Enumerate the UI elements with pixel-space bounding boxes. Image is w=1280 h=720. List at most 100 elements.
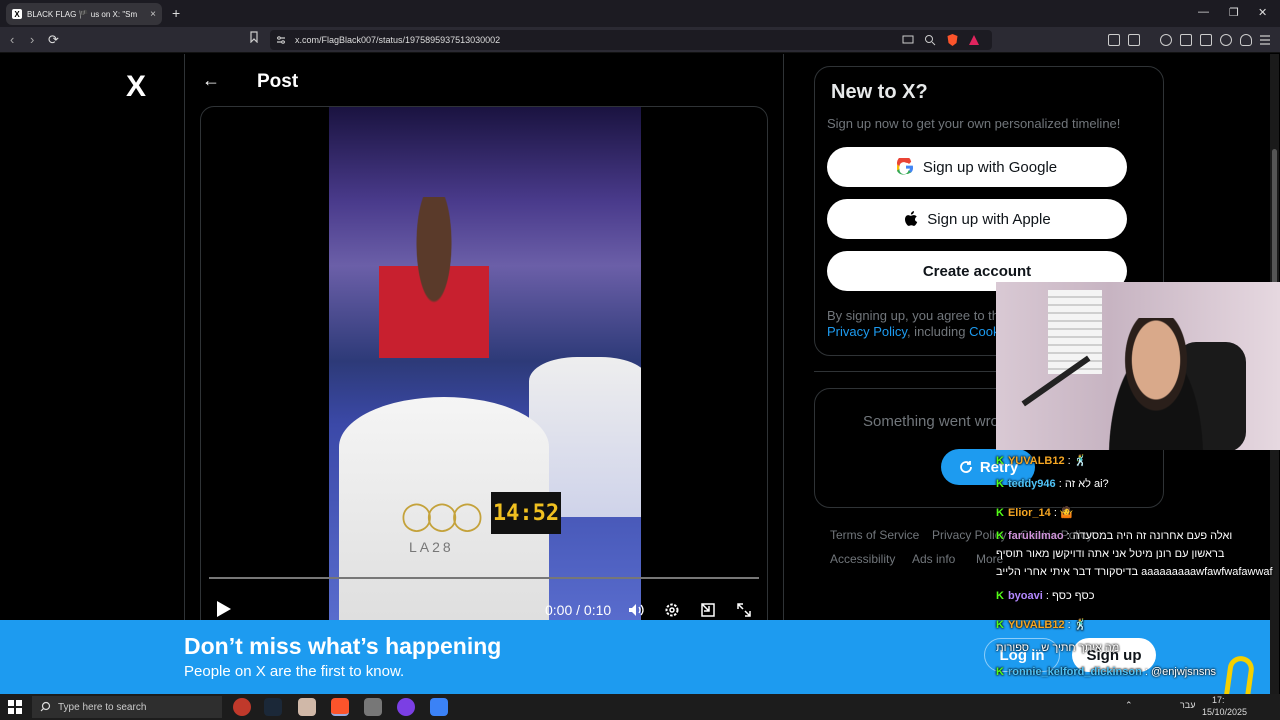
kick-badge-icon: K: [996, 455, 1004, 467]
terms-prefix: By signing up, you agree to th: [827, 308, 1000, 323]
menu-icon[interactable]: [1259, 34, 1271, 46]
taskbar-search-input[interactable]: Type here to search: [32, 696, 222, 718]
footer-terms-link[interactable]: Terms of Service: [830, 528, 919, 542]
chat-username[interactable]: ronnie_kelford_dickinson: [1008, 666, 1142, 678]
app-icon[interactable]: [430, 698, 448, 716]
sign-up-apple-button[interactable]: Sign up with Apple: [827, 199, 1127, 239]
google-icon: [896, 158, 913, 175]
refresh-icon: [959, 461, 972, 473]
chat-text: : כסף כסף: [1042, 590, 1095, 602]
banner-subtitle: People on X are the first to know.: [184, 663, 405, 680]
footer-accessibility-link[interactable]: Accessibility: [830, 552, 895, 566]
kick-badge-icon: K: [996, 619, 1004, 631]
athlete-figure: [379, 197, 489, 427]
play-icon[interactable]: [217, 601, 231, 617]
chat-message: Kronnie_kelford_dickinson : @enjwjsnsns: [996, 666, 1216, 678]
site-settings-icon[interactable]: [276, 35, 286, 45]
back-button[interactable]: ‹: [10, 32, 14, 47]
address-bar[interactable]: x.com/FlagBlack007/status/19758959375130…: [270, 30, 992, 50]
picture-in-picture-icon[interactable]: [699, 601, 717, 619]
bookmark-icon[interactable]: [248, 31, 260, 43]
scrollbar-thumb[interactable]: [1272, 149, 1277, 289]
chat-message: בראשון עם רונן מיטל אני אתה ודויקשן מאור…: [996, 548, 1224, 560]
chat-text: בדיסקורד דבר איתי אחרי הלייב aaaaaaaaawf…: [996, 566, 1273, 578]
clock-date[interactable]: 15/10/2025: [1202, 707, 1247, 717]
volume-icon[interactable]: [627, 601, 645, 619]
x-logo[interactable]: X: [126, 70, 146, 104]
extensions-icon[interactable]: [1108, 34, 1120, 46]
tab-close-icon[interactable]: ×: [150, 9, 156, 20]
cookie-link[interactable]: Cook: [969, 324, 999, 339]
wallet-icon[interactable]: [1128, 34, 1140, 46]
reload-button[interactable]: ⟳: [48, 32, 59, 48]
create-account-label: Create account: [922, 262, 1032, 280]
close-window-button[interactable]: ✕: [1258, 6, 1267, 19]
chat-message: Kbyoavi : כסף כסף: [996, 590, 1095, 602]
wallet2-icon[interactable]: [1200, 34, 1212, 46]
chat-username[interactable]: teddy946: [1008, 478, 1056, 490]
browser-nav-bar: ‹ › ⟳ x.com/FlagBlack007/status/19758959…: [0, 27, 1280, 53]
brave-shield-icon[interactable]: [946, 33, 959, 47]
new-tab-button[interactable]: +: [172, 5, 180, 21]
chat-text: מה איתך חתיך ש... ספורות: [996, 642, 1120, 654]
app-icon[interactable]: [364, 698, 382, 716]
windows-start-icon[interactable]: [8, 700, 22, 714]
kick-badge-icon: K: [996, 507, 1004, 519]
video-clock: 14:52: [491, 492, 561, 534]
chat-username[interactable]: farukilmao: [1008, 530, 1064, 542]
back-arrow-icon[interactable]: ←: [202, 70, 220, 91]
url-text: x.com/FlagBlack007/status/19758959375130…: [295, 35, 501, 45]
chat-username[interactable]: byoavi: [1008, 590, 1043, 602]
card-subtitle: Sign up now to get your own personalized…: [827, 116, 1121, 131]
chat-message: Kteddy946 : לא זה ai?: [996, 478, 1109, 490]
kick-badge-icon: K: [996, 530, 1004, 542]
chat-text: : 🕺: [1064, 619, 1088, 631]
video-timecode: 0:00 / 0:10: [545, 602, 612, 618]
steam-icon[interactable]: [264, 698, 282, 716]
settings-gear-icon[interactable]: [663, 601, 681, 619]
sidebar-icon[interactable]: [1180, 34, 1192, 46]
chat-username[interactable]: YUVALB12: [1008, 619, 1065, 631]
video-frame[interactable]: ◯◯◯ LA28 14:52: [329, 107, 641, 635]
app-icon[interactable]: [298, 698, 316, 716]
forward-button[interactable]: ›: [30, 32, 34, 47]
streamer-figure: [1096, 318, 1216, 450]
language-indicator[interactable]: עבר: [1180, 700, 1195, 710]
chat-text: בראשון עם רונן מיטל אני אתה ודויקשן מאור…: [996, 548, 1225, 560]
tray-chevron-icon[interactable]: ⌃: [1125, 700, 1133, 711]
video-progress-bar[interactable]: [209, 577, 759, 579]
brave-icon[interactable]: [331, 698, 349, 716]
footer-ads-link[interactable]: Ads info: [912, 552, 955, 566]
brave-rewards-icon[interactable]: [968, 34, 980, 46]
apple-button-label: Sign up with Apple: [927, 210, 1051, 228]
sign-up-google-button[interactable]: Sign up with Google: [827, 147, 1127, 187]
vpn-shield-icon[interactable]: [1240, 34, 1252, 46]
banner-title: Don’t miss what’s happening: [184, 633, 502, 659]
music-icon[interactable]: [1160, 34, 1172, 46]
chat-text: : ואלה פעם אחרונה זה היה במסעדה: [1063, 530, 1233, 542]
page-title: Post: [257, 71, 299, 92]
app-icon[interactable]: [233, 698, 251, 716]
error-message: Something went wro: [863, 413, 999, 430]
chat-message: בדיסקורד דבר איתי אחרי הלייב aaaaaaaaawf…: [996, 566, 1273, 578]
discord-icon[interactable]: [397, 698, 415, 716]
leo-icon[interactable]: [1220, 34, 1232, 46]
maximize-button[interactable]: ❐: [1229, 6, 1239, 19]
video-player[interactable]: ◯◯◯ LA28 14:52 0:00 / 0:10: [200, 106, 768, 636]
chat-message: K Elior_14 : 🤷: [996, 506, 1074, 519]
chat-message: מה איתך חתיך ש... ספורות: [996, 642, 1119, 654]
clock-time[interactable]: 17:: [1212, 695, 1225, 705]
tab-title: BLACK FLAG 🏴 us on X: "Sm: [27, 9, 138, 19]
minimize-button[interactable]: —: [1198, 6, 1209, 18]
browser-tab-bar: X BLACK FLAG 🏴 us on X: "Sm × + — ❐ ✕: [0, 0, 1280, 27]
chat-username[interactable]: YUVALB12: [1008, 455, 1065, 467]
screen-icon[interactable]: [902, 34, 914, 46]
chat-username[interactable]: Elior_14: [1008, 507, 1051, 519]
x-favicon-icon: X: [12, 9, 22, 19]
search-icon: [40, 701, 51, 712]
fullscreen-icon[interactable]: [735, 601, 753, 619]
zoom-icon[interactable]: [924, 34, 936, 46]
privacy-policy-link[interactable]: Privacy Policy: [827, 324, 907, 339]
kick-badge-icon: K: [996, 478, 1004, 490]
browser-tab[interactable]: X BLACK FLAG 🏴 us on X: "Sm ×: [6, 3, 162, 25]
